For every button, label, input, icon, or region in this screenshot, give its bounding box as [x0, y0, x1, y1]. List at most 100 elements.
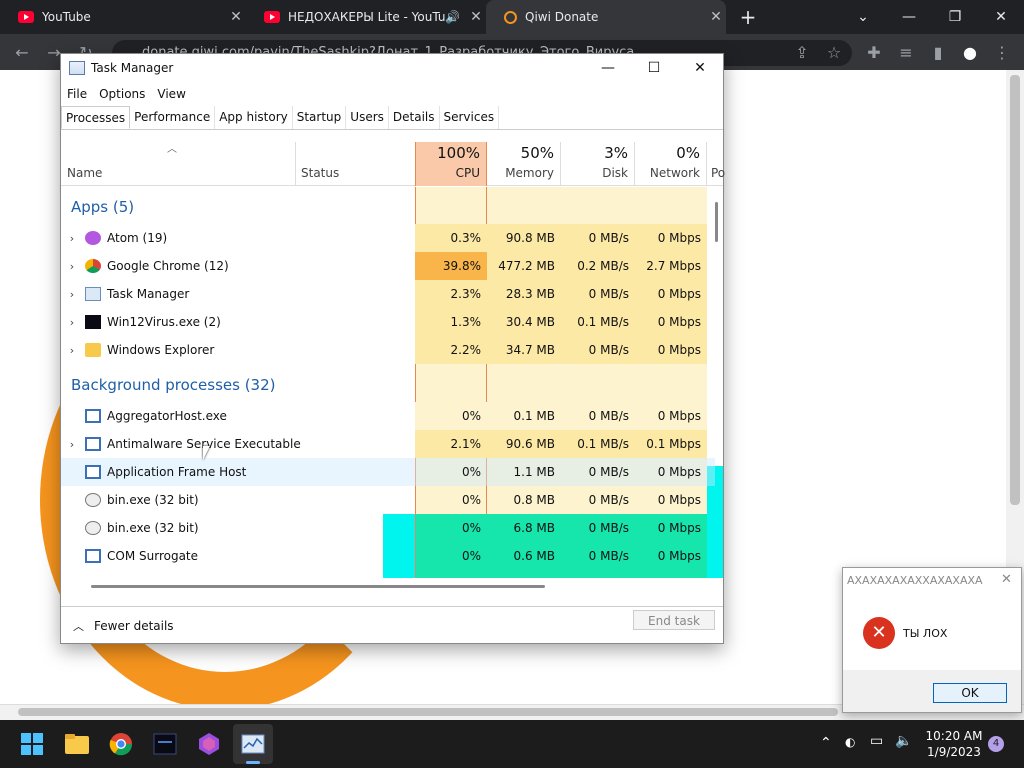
error-icon: ✕ — [863, 617, 895, 649]
process-row[interactable]: › Win12Virus.exe (2) 1.3% 30.4 MB 0.1 MB/s 0 … — [61, 308, 715, 336]
process-row[interactable]: › Antimalware Service Executable 2.1% 90.6 … — [61, 430, 715, 458]
win12virus-taskbar-button[interactable] — [145, 724, 185, 764]
process-name: Win12Virus.exe (2) — [107, 315, 221, 329]
back-icon[interactable]: ← — [6, 34, 38, 70]
process-row[interactable]: › Google Chrome (12) 39.8% 477.2 MB 0.2 MB/s… — [61, 252, 715, 280]
service-window-icon — [85, 409, 101, 423]
memory-cell: 28.3 MB — [487, 280, 561, 308]
start-button[interactable] — [12, 724, 52, 764]
group-background[interactable]: Background processes (32) — [71, 376, 276, 394]
process-name-cell: › Task Manager — [61, 280, 391, 308]
list-scrollbar-thumb[interactable] — [715, 202, 718, 242]
process-row[interactable]: bin.exe (32 bit) 0% 6.8 MB 0 MB/s 0 Mbps — [61, 514, 715, 542]
new-tab-button[interactable]: + — [734, 0, 762, 34]
restore-icon[interactable]: ❐ — [932, 0, 978, 34]
youtube-icon — [264, 11, 280, 23]
close-icon[interactable]: ✕ — [466, 9, 486, 25]
process-name-cell: › Win12Virus.exe (2) — [61, 308, 391, 336]
tab-users[interactable]: Users — [346, 106, 389, 129]
browser-tab-nedohakery[interactable]: НЕДОХАКЕРЫ Lite - YouTube 🔊 ✕ — [246, 0, 486, 34]
page-vertical-scrollbar-thumb[interactable] — [1010, 75, 1020, 505]
network-cell: 0 Mbps — [657, 549, 701, 563]
process-row[interactable]: › Atom (19) 0.3% 90.8 MB 0 MB/s 0 Mbps — [61, 224, 715, 252]
column-cpu[interactable]: 100% CPU — [415, 142, 487, 186]
memory-cell: 90.6 MB — [487, 430, 561, 458]
minimize-icon[interactable]: — — [886, 0, 932, 34]
maximize-icon[interactable]: ☐ — [631, 54, 677, 82]
close-icon[interactable]: ✕ — [226, 9, 246, 25]
tab-startup[interactable]: Startup — [293, 106, 347, 129]
atom-taskbar-button[interactable] — [189, 724, 229, 764]
list-horizontal-scrollbar[interactable] — [91, 585, 545, 588]
chevron-up-icon[interactable]: ︿ — [73, 618, 84, 634]
chevron-right-icon[interactable]: › — [67, 316, 77, 329]
atom-icon — [85, 231, 101, 245]
tab-processes[interactable]: Processes — [61, 106, 131, 129]
column-memory[interactable]: 50% Memory — [487, 142, 561, 186]
tab-details[interactable]: Details — [389, 106, 440, 129]
menu-file[interactable]: File — [61, 87, 93, 101]
task-manager-taskbar-button[interactable] — [233, 724, 273, 764]
close-icon[interactable]: ✕ — [677, 54, 723, 82]
minimize-icon[interactable]: — — [585, 54, 631, 82]
browser-tab-qiwi[interactable]: Qiwi Donate ✕ — [486, 0, 726, 34]
chevron-up-icon[interactable]: ⌃ — [820, 735, 832, 751]
security-icon[interactable]: ◐ — [845, 735, 855, 749]
clock-time[interactable]: 10:20 AM — [922, 729, 986, 743]
profile-icon[interactable]: ● — [954, 34, 986, 70]
menu-view[interactable]: View — [151, 87, 191, 101]
end-task-button[interactable]: End task — [633, 610, 715, 630]
column-power-truncated[interactable]: Po — [711, 166, 725, 180]
process-name-cell: › Atom (19) — [61, 224, 391, 252]
chevron-right-icon[interactable]: › — [67, 232, 77, 245]
sort-arrow-icon[interactable]: ︿ — [167, 140, 177, 155]
tab-search-icon[interactable]: ⌄ — [840, 0, 886, 34]
menu-options[interactable]: Options — [93, 87, 151, 101]
process-row[interactable]: › Windows Explorer 2.2% 34.7 MB 0 MB/s 0 Mbps — [61, 336, 715, 364]
process-row[interactable]: COM Surrogate 0% 0.6 MB 0 MB/s 0 Mbps — [61, 542, 715, 570]
volume-icon[interactable]: 🔈 — [895, 733, 912, 749]
tab-services[interactable]: Services — [440, 106, 500, 129]
tab-app-history[interactable]: App history — [215, 106, 293, 129]
column-name[interactable]: Name — [67, 166, 102, 180]
close-icon[interactable]: ✕ — [1001, 572, 1012, 587]
chevron-right-icon[interactable]: › — [67, 260, 77, 273]
tab-performance[interactable]: Performance — [130, 106, 216, 129]
group-apps[interactable]: Apps (5) — [71, 198, 134, 216]
close-icon[interactable]: ✕ — [978, 0, 1024, 34]
chevron-right-icon[interactable]: › — [67, 344, 77, 357]
network-cell: 0 Mbps — [635, 280, 707, 308]
task-manager-icon — [85, 287, 101, 301]
service-window-icon — [85, 437, 101, 451]
process-row[interactable]: bin.exe (32 bit) 0% 0.8 MB 0 MB/s 0 Mbps — [61, 486, 715, 514]
ok-button[interactable]: OK — [933, 683, 1007, 703]
notification-badge[interactable]: 4 — [988, 736, 1004, 752]
column-network[interactable]: 0% Network — [635, 142, 707, 186]
extensions-icon[interactable]: ✚ — [858, 34, 890, 70]
network-icon[interactable]: ▭ — [870, 733, 883, 749]
process-row[interactable]: › Task Manager 2.3% 28.3 MB 0 MB/s 0 Mbps — [61, 280, 715, 308]
cpu-cell: 2.3% — [415, 280, 487, 308]
menu-kebab-icon[interactable]: ⋮ — [986, 34, 1018, 70]
media-control-icon[interactable]: ≡ — [890, 34, 922, 70]
bin-exe-icon — [85, 493, 101, 507]
bookmark-star-icon[interactable]: ☆ — [818, 34, 850, 70]
side-panel-icon[interactable]: ▮ — [922, 34, 954, 70]
column-status[interactable]: Status — [301, 166, 339, 180]
process-name: Application Frame Host — [107, 465, 247, 479]
share-icon[interactable]: ⇪ — [786, 34, 818, 70]
process-row[interactable]: Application Frame Host 0% 1.1 MB 0 MB/s 0 Mb… — [61, 458, 715, 486]
page-horizontal-scrollbar-thumb[interactable] — [18, 708, 838, 716]
chrome-taskbar-button[interactable] — [101, 724, 141, 764]
column-disk[interactable]: 3% Disk — [561, 142, 635, 186]
close-icon[interactable]: ✕ — [706, 9, 726, 25]
chevron-right-icon[interactable]: › — [67, 438, 77, 451]
fewer-details-link[interactable]: Fewer details — [94, 619, 174, 633]
chevron-right-icon[interactable]: › — [67, 288, 77, 301]
clock-date[interactable]: 1/9/2023 — [922, 745, 986, 759]
process-row[interactable]: AggregatorHost.exe 0% 0.1 MB 0 MB/s 0 Mbps — [61, 402, 715, 430]
browser-tab-youtube[interactable]: YouTube ✕ — [0, 0, 246, 34]
disk-cell: 0 MB/s — [588, 465, 629, 479]
file-explorer-taskbar-button[interactable] — [57, 724, 97, 764]
speaker-icon[interactable]: 🔊 — [445, 10, 460, 24]
